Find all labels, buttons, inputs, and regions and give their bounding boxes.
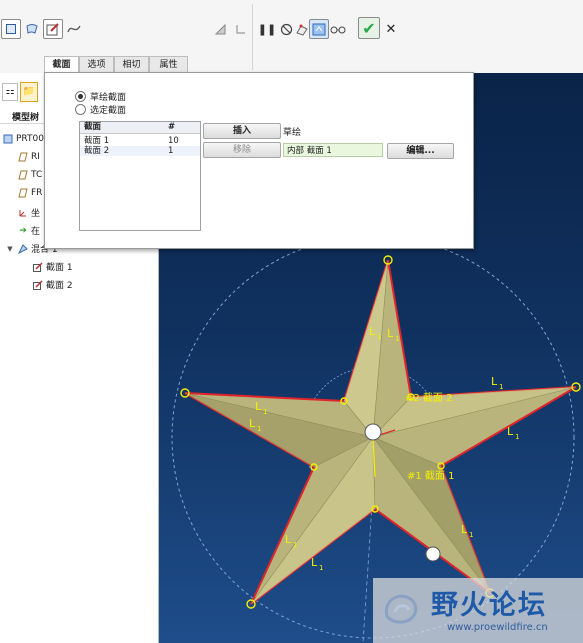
section-name: 截面 1 [84, 136, 110, 146]
thicken-icon[interactable] [231, 19, 251, 39]
sketch-icon [33, 279, 43, 290]
tree-item-label: 在 [31, 227, 41, 237]
edge-label-sub: 1 [319, 564, 323, 572]
edge-label-l1: L [491, 375, 498, 388]
edge-label-l1: L [311, 556, 318, 569]
datum-plane-icon [18, 152, 28, 162]
edge-label-l1: L [285, 533, 292, 546]
watermark-title: 野火论坛 [431, 590, 547, 621]
tab-properties[interactable]: 属性 [149, 56, 188, 73]
edge-label-sub: 1 [377, 333, 381, 341]
edge-label-sub: 1 [257, 425, 261, 433]
watermark-url: www.proewildfire.cn [447, 622, 548, 633]
table-row[interactable]: 截面 1 10 [80, 136, 200, 146]
dashboard-toolbar: ❚❚ ✔ ✕ 截面 选项 相切 属性 [0, 0, 583, 74]
tree-item-label: 坐 [31, 209, 41, 219]
edge-label-sub: 1 [515, 433, 519, 441]
column-header-count: # [168, 122, 176, 132]
solid-icon[interactable] [1, 19, 21, 39]
glasses-icon[interactable] [328, 19, 348, 39]
tree-item-label: PRT00 [16, 134, 44, 144]
model-tree-title: 模型树 [12, 113, 40, 123]
tree-item-part[interactable]: PRT00 [3, 134, 44, 144]
tree-item-front-plane[interactable]: FR [18, 188, 42, 198]
radio-label: 选定截面 [90, 106, 127, 116]
insert-note: 草绘 [283, 128, 302, 138]
tree-item-top-plane[interactable]: TC [18, 170, 42, 180]
remove-button[interactable]: 移除 [203, 142, 281, 158]
tree-item-insert-here[interactable]: ➔ 在 [18, 224, 41, 238]
tree-item-section-2[interactable]: 截面 2 [33, 278, 73, 291]
tree-item-right-plane[interactable]: RI [18, 152, 40, 162]
edge-label-sub: 1 [395, 335, 399, 343]
section-panel: 草绘截面 选定截面 截面 # 截面 1 10 截面 2 1 插入 草绘 移除 内… [44, 72, 474, 249]
watermark-logo [384, 594, 418, 624]
csys-icon [18, 208, 28, 218]
tree-item-label: FR [31, 188, 43, 198]
section-1-label: #1 截面 1 [407, 469, 454, 482]
toolbar-separator [252, 4, 253, 70]
verify-mode-icon[interactable] [309, 19, 329, 39]
model-tree-tab-icon[interactable]: ⚏ [2, 83, 18, 101]
tab-tangency[interactable]: 相切 [114, 56, 149, 73]
section-location-field[interactable]: 内部 截面 1 [283, 143, 383, 157]
part-icon [3, 134, 13, 144]
edge-label-l1: L [249, 417, 256, 430]
tree-item-csys[interactable]: 坐 [18, 206, 40, 219]
radio-button[interactable] [75, 104, 86, 115]
insert-here-icon: ➔ [19, 225, 27, 236]
radio-selected-section[interactable]: 选定截面 [75, 103, 126, 116]
tree-item-label: RI [31, 152, 40, 162]
blend-feature-icon [17, 243, 28, 254]
expand-arrow-icon[interactable]: ▼ [5, 244, 15, 254]
section-name: 截面 2 [84, 146, 110, 156]
sketch-icon[interactable] [43, 19, 63, 39]
edge-label-l1: L [461, 523, 468, 536]
edit-button[interactable]: 编辑... [387, 143, 454, 159]
tree-item-label: 截面 1 [46, 263, 73, 273]
datum-plane-icon [18, 188, 28, 198]
edge-label-sub: 1 [293, 541, 297, 549]
section-table[interactable]: 截面 # 截面 1 10 截面 2 1 [79, 121, 201, 231]
edge-label-l1: L [507, 425, 514, 438]
folder-browser-tab-icon[interactable]: 📁 [20, 82, 38, 102]
radio-button[interactable] [75, 91, 86, 102]
spline-icon[interactable] [64, 19, 84, 39]
datum-plane-icon [18, 170, 28, 180]
section-2-label: #2 截面 2 [405, 391, 452, 404]
edge-label-l1: L [255, 400, 262, 413]
radio-label: 草绘截面 [90, 93, 127, 103]
radio-sketched-section[interactable]: 草绘截面 [75, 90, 126, 103]
pause-icon[interactable]: ❚❚ [257, 19, 277, 39]
edge-label-sub: 1 [469, 531, 473, 539]
cancel-icon[interactable]: ✕ [381, 19, 401, 39]
edge-label-sub: 1 [499, 383, 503, 391]
tree-item-label: 截面 2 [46, 281, 73, 291]
insert-button[interactable]: 插入 [203, 123, 281, 139]
section-count: 10 [168, 136, 179, 146]
forum-watermark: 野火论坛 www.proewildfire.cn [373, 578, 583, 643]
confirm-icon[interactable]: ✔ [358, 17, 380, 39]
center-drag-handle[interactable] [364, 423, 382, 441]
section-drag-handle[interactable] [425, 546, 441, 562]
sketch-icon [33, 261, 43, 272]
section-count: 1 [168, 146, 174, 156]
tree-item-label: TC [31, 170, 43, 180]
table-row[interactable]: 截面 2 1 [80, 146, 200, 156]
edge-label-l1: L [387, 327, 394, 340]
flip-icon[interactable] [210, 19, 230, 39]
edge-label-sub: 1 [263, 408, 267, 416]
tab-options[interactable]: 选项 [79, 56, 114, 73]
tree-item-section-1[interactable]: 截面 1 [33, 260, 73, 273]
column-header-section: 截面 [84, 122, 102, 132]
surface-icon[interactable] [22, 19, 42, 39]
edge-label-l1: L [369, 325, 376, 338]
